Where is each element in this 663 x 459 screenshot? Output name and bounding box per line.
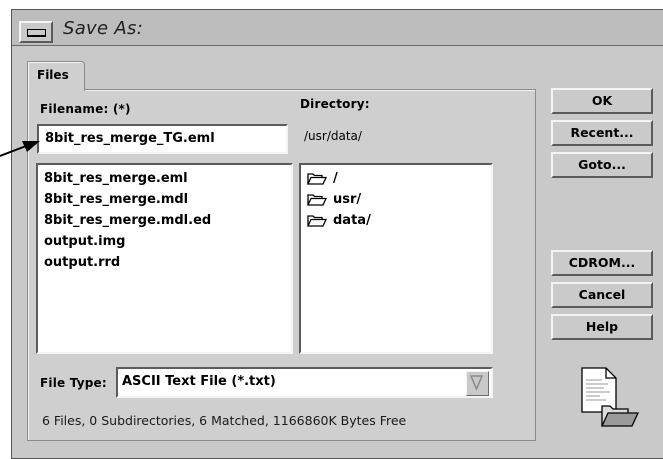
directory-list-item[interactable]: / (301, 168, 491, 189)
file-type-select[interactable]: ASCII Text File (*.txt) (116, 367, 493, 398)
file-list-item[interactable]: 8bit_res_merge.eml (38, 168, 291, 189)
cancel-button[interactable]: Cancel (551, 282, 653, 308)
directory-name: / (333, 171, 338, 186)
ok-button[interactable]: OK (551, 88, 653, 114)
file-list-item[interactable]: 8bit_res_merge.mdl.ed (38, 210, 291, 231)
directory-list-item[interactable]: usr/ (301, 189, 491, 210)
recent-button[interactable]: Recent... (551, 120, 653, 146)
directory-path: /usr/data/ (304, 129, 362, 143)
filename-label: Filename: (*) (40, 102, 131, 116)
status-text: 6 Files, 0 Subdirectories, 6 Matched, 11… (42, 413, 407, 428)
cdrom-button[interactable]: CDROM... (551, 250, 653, 276)
directory-label: Directory: (300, 97, 370, 111)
file-list-item[interactable]: output.rrd (38, 252, 291, 273)
filename-input[interactable]: 8bit_res_merge_TG.eml (37, 124, 288, 154)
directory-name: usr/ (333, 192, 362, 207)
help-button[interactable]: Help (551, 314, 653, 340)
file-list-item[interactable]: 8bit_res_merge.mdl (38, 189, 291, 210)
directory-name: data/ (333, 213, 371, 228)
filename-input-value: 8bit_res_merge_TG.eml (45, 131, 215, 146)
goto-button[interactable]: Goto... (551, 152, 653, 178)
directory-list[interactable]: / usr/ data/ (299, 163, 493, 354)
tab-files-label: Files (37, 68, 69, 82)
tab-files[interactable]: Files (27, 61, 85, 91)
folder-icon (307, 194, 327, 206)
directory-list-item[interactable]: data/ (301, 210, 491, 231)
file-type-label: File Type: (40, 376, 107, 390)
file-type-value: ASCII Text File (*.txt) (122, 374, 276, 389)
arrow-pointer-icon (0, 141, 40, 157)
file-list[interactable]: 8bit_res_merge.eml 8bit_res_merge.mdl 8b… (36, 163, 293, 354)
folder-icon (307, 173, 327, 185)
file-list-item[interactable]: output.img (38, 231, 291, 252)
document-folder-icon (581, 367, 640, 427)
folder-icon (307, 215, 327, 227)
window-menu-icon[interactable] (19, 21, 53, 43)
window-title: Save As: (63, 18, 144, 39)
dropdown-arrow-icon[interactable] (466, 371, 489, 396)
